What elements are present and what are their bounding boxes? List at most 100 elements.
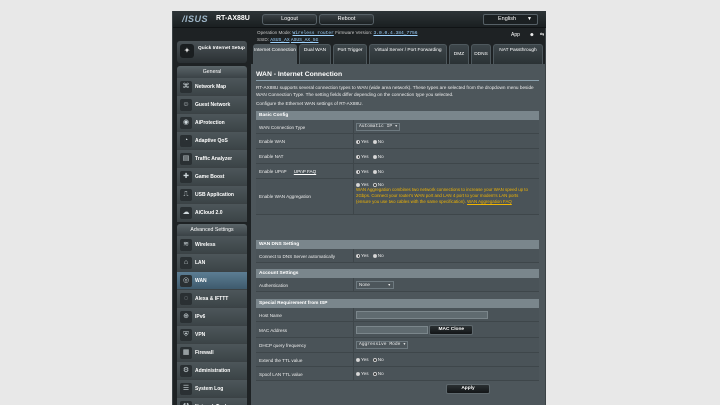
reboot-button[interactable]: Reboot [319,14,374,25]
sidebar-item-adaptive-qos[interactable]: ◔ Adaptive QoS [177,132,247,150]
main-panel: Internet Connection Dual WAN Port Trigger V… [251,44,545,405]
tab-ddns[interactable]: DDNS [471,44,491,64]
sidebar-item-game-boost[interactable]: ✚ Game Boost [177,168,247,186]
sidebar-item-label: IPv6 [195,314,206,320]
quick-internet-setup-button[interactable]: ✦ Quick Internet Setup [177,41,247,63]
tab-dmz[interactable]: DMZ [449,44,469,64]
wan-type-select[interactable]: Automatic IP ▼ [356,123,401,131]
sidebar-item-traffic-analyzer[interactable]: ▤ Traffic Analyzer [177,150,247,168]
extend-ttl-yes-radio[interactable] [356,357,360,362]
opmode-line: Operation Mode: Wireless router Firmware… [257,30,418,36]
opmode-link[interactable]: Wireless router [293,31,334,36]
system-log-icon: ☰ [180,383,192,395]
general-header: General [177,66,247,78]
sidebar-item-wan[interactable]: ◎ WAN [177,272,247,290]
tab-dual-wan[interactable]: Dual WAN [299,44,331,64]
apply-button[interactable]: Apply [446,384,490,394]
host-name-input[interactable] [356,311,488,319]
network-tools-icon: ⚒ [180,401,192,405]
section-header: Account Settings [256,269,539,278]
devices-icon[interactable]: ⇆ [540,32,544,38]
network-map-icon: ⌘ [180,81,192,93]
language-select[interactable]: English ▼ [483,14,538,25]
sidebar-item-system-log[interactable]: ☰ System Log [177,380,247,398]
sidebar-item-usb-application[interactable]: ⎍ USB Application [177,186,247,204]
logout-button[interactable]: Logout [262,14,317,25]
wan-agg-faq-link[interactable]: WAN Aggregation FAQ [467,199,512,204]
wan-aggregation-note: WAN Aggregation combines two network con… [356,187,531,206]
sidebar-item-aiprotection[interactable]: ◉ AiProtection [177,114,247,132]
sidebar-item-guest-network[interactable]: ☺ Guest Network [177,96,247,114]
authentication-select[interactable]: None ▼ [356,281,394,289]
sidebar-item-label: Administration [195,368,231,374]
sidebar-item-firewall[interactable]: ▦ Firewall [177,344,247,362]
adaptive-qos-icon: ◔ [180,135,192,147]
sidebar-item-network-map[interactable]: ⌘ Network Map [177,78,247,96]
sidebar-item-vpn[interactable]: ⛨ VPN [177,326,247,344]
dns-auto-yes-radio[interactable] [356,253,360,258]
sidebar-item-label: Game Boost [195,174,225,180]
wan-agg-no-radio[interactable] [372,182,377,187]
tab-nat-passthrough[interactable]: NAT Passthrough [493,44,543,64]
sidebar-item-wireless[interactable]: ≋ Wireless [177,236,247,254]
chevron-down-icon: ▼ [527,16,532,22]
sidebar-item-network-tools[interactable]: ⚒Network Tools [177,398,247,405]
enable-wan-yes-radio[interactable] [356,139,360,144]
sidebar-item-label: AiProtection [195,120,225,126]
app-label[interactable]: App [511,32,520,38]
row-divider [353,367,354,380]
qis-label: Quick Internet Setup [198,46,245,51]
no-label: No [377,357,384,362]
dhcp-frequency-field: Aggressive Mode ▼ [356,341,409,349]
upnp-faq-link[interactable]: UPnP FAQ [294,169,316,174]
title-divider [256,80,539,81]
mac-clone-button[interactable]: MAC Clone [429,325,474,335]
section-header: Basic Config [256,111,539,120]
page-title: WAN - Internet Connection [256,71,343,78]
enable-nat-no-radio[interactable] [372,154,377,159]
yes-label: Yes [361,253,369,258]
yes-label: Yes [361,357,369,362]
enable-nat-yes-radio[interactable] [356,154,360,159]
sidebar-item-lan[interactable]: ⌂ LAN [177,254,247,272]
chevron-down-icon: ▼ [403,343,406,347]
sidebar-item-label: LAN [195,260,206,266]
dhcp-frequency-select[interactable]: Aggressive Mode ▼ [356,341,409,349]
sidebar-item-aicloud-2-0[interactable]: ☁ AiCloud 2.0 [177,204,247,222]
enable-upnp-no-radio[interactable] [372,169,377,174]
spoof-ttl-no-radio[interactable] [372,371,377,376]
enable-wan-field: Yes No [356,139,384,144]
spoof-ttl-row: Spoof LAN TTL value Yes No [256,367,539,381]
general-menu: ⌘ Network Map ☺ Guest Network ◉ AiProtection ◔… [177,78,247,222]
android-icon[interactable]: ☻ [529,32,534,38]
enable-wan-no-radio[interactable] [372,139,377,144]
wan-type-row: WAN Connection Type Automatic IP ▼ [256,120,539,134]
extend-ttl-no-radio[interactable] [372,357,377,362]
tab-virtual-server-port-forwarding[interactable]: Virtual Server / Port Forwarding [369,44,447,64]
aiprotection-icon: ◉ [180,117,192,129]
tab-port-trigger[interactable]: Port Trigger [333,44,367,64]
sidebar-item-administration[interactable]: ⚙ Administration [177,362,247,380]
sidebar-item-label: Adaptive QoS [195,138,228,144]
sidebar-item-ipv6[interactable]: ⊕ IPv6 [177,308,247,326]
traffic-analyzer-icon: ▤ [180,153,192,165]
tab-internet-connection[interactable]: Internet Connection [253,44,297,64]
sidebar-item-label: VPN [195,332,206,338]
dns-auto-no-radio[interactable] [372,253,377,258]
row-divider [353,322,354,337]
wan-type-field: Automatic IP ▼ [356,123,401,131]
basic-config-section: Basic Config WAN Connection Type Automat… [256,111,539,215]
enable-upnp-yes-radio[interactable] [356,169,360,174]
ssid-2g-link[interactable]: ASUS_AX [270,38,289,43]
enable-nat-label: Enable NAT [259,154,284,159]
authentication-field: None ▼ [356,281,394,289]
firmware-link[interactable]: 3.0.0.4.384_7756 [373,31,417,36]
wan-agg-yes-radio[interactable] [356,182,360,187]
mac-address-input[interactable] [356,326,428,334]
sidebar-item-alexa-ifttt[interactable]: ◌ Alexa & IFTTT [177,290,247,308]
row-divider [353,353,354,366]
yes-label: Yes [361,371,369,376]
chevron-down-icon: ▼ [395,125,398,129]
spoof-ttl-yes-radio[interactable] [356,371,360,376]
ssid-5g-link[interactable]: ASUS_AX_5G [291,38,319,43]
